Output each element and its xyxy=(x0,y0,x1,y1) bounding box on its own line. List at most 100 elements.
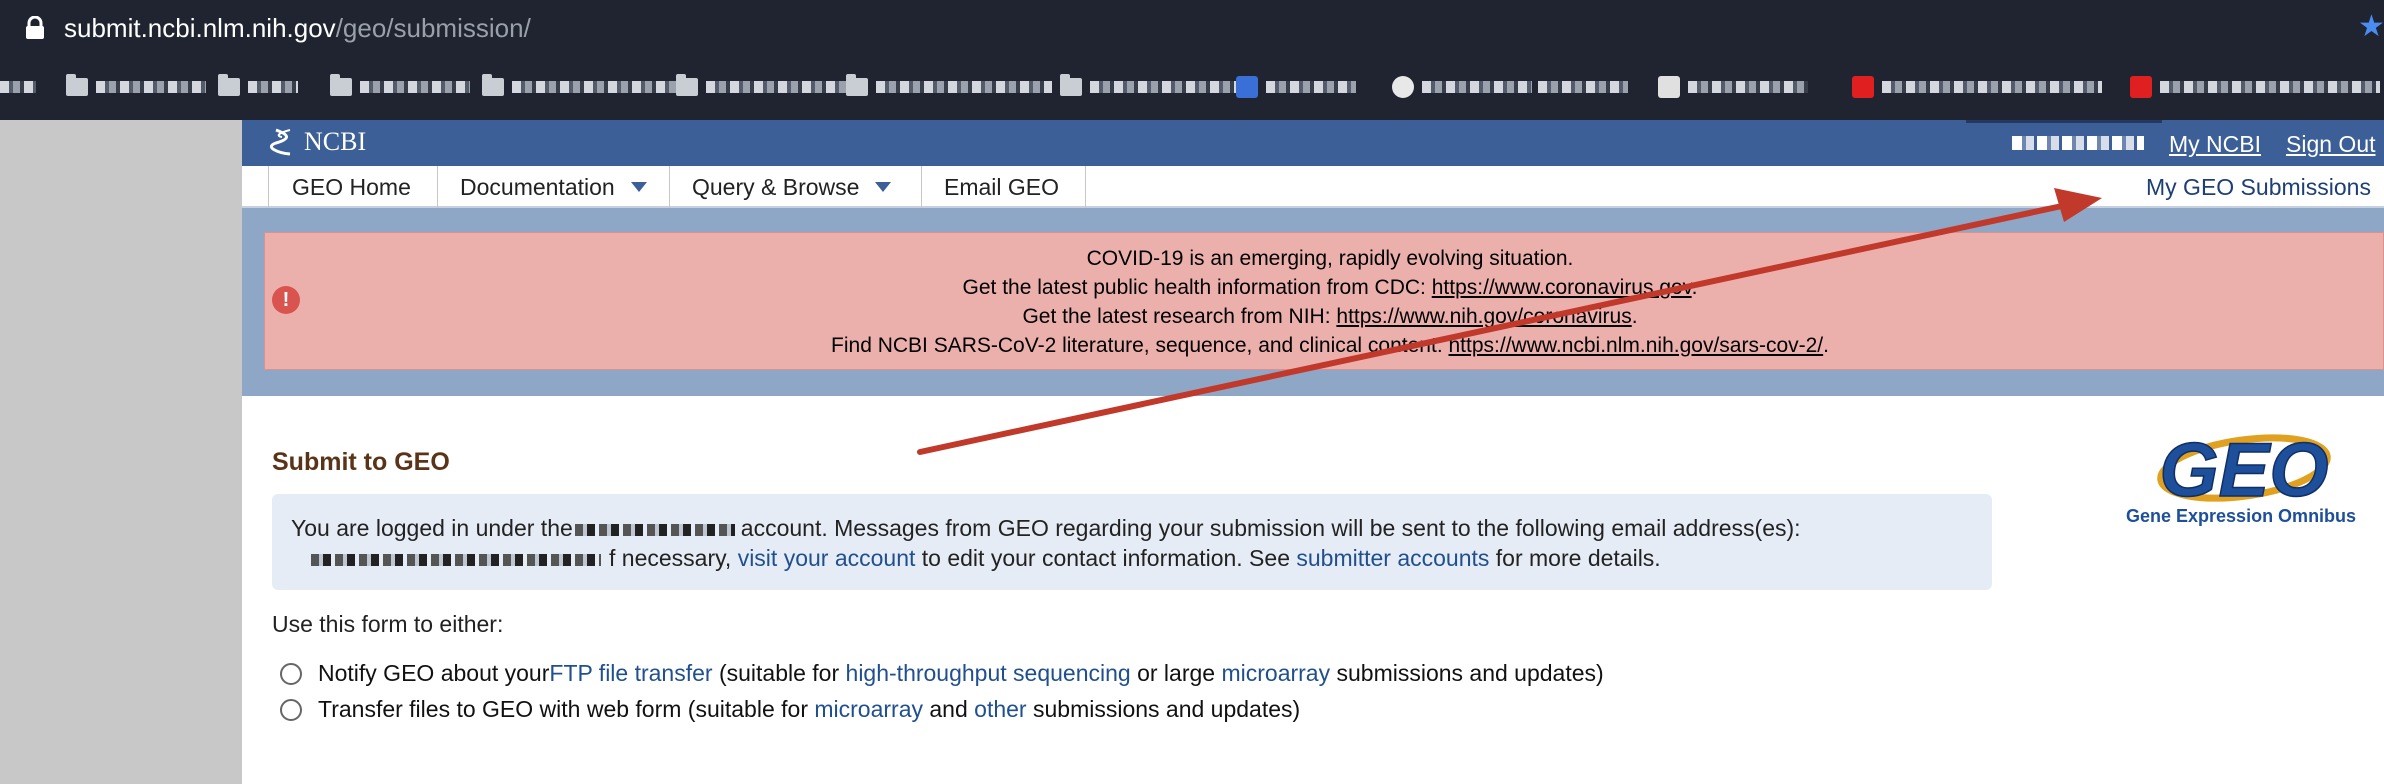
info-text: to edit your contact information. See xyxy=(915,545,1297,571)
account-name-redacted xyxy=(574,523,735,536)
geo-logo-text: GEO xyxy=(2160,428,2329,513)
nih-link[interactable]: https://www.nih.gov/coronavirus xyxy=(1336,305,1631,328)
site-icon xyxy=(1392,76,1414,98)
option-text: submissions and updates) xyxy=(1026,696,1301,722)
info-text: f necessary, xyxy=(609,545,738,571)
microarray-link[interactable]: microarray xyxy=(814,696,923,723)
info-text: You are logged in under the xyxy=(291,515,573,541)
alert-line-text: Get the latest public health information… xyxy=(962,276,1432,299)
alert-line-end: . xyxy=(1631,305,1638,328)
option-text: or large xyxy=(1130,660,1222,686)
bookmark-folder[interactable] xyxy=(482,72,682,102)
tab-label: Query & Browse xyxy=(692,173,860,200)
bookmark-folder[interactable] xyxy=(330,72,470,102)
alert-exclamation-icon: ! xyxy=(272,286,300,314)
use-form-label: Use this form to either: xyxy=(272,611,504,637)
bookmark-item[interactable] xyxy=(1538,72,1628,102)
site-icon xyxy=(1658,76,1680,98)
folder-icon xyxy=(330,74,352,96)
option-text: Transfer files to GEO with web form (sui… xyxy=(318,696,815,722)
geo-logo-caption: Gene Expression Omnibus xyxy=(2126,506,2357,526)
account-info-box xyxy=(272,494,1992,590)
radio-ftp-notify[interactable] xyxy=(280,662,302,685)
alert-line: Find NCBI SARS-CoV-2 literature, sequenc… xyxy=(300,331,2360,360)
alert-line-text: Get the latest research from NIH: xyxy=(1022,305,1337,328)
my-ncbi-link[interactable]: My NCBI xyxy=(2169,130,2261,158)
bookmark-folder[interactable] xyxy=(1060,72,1238,102)
ftp-file-transfer-link[interactable]: FTP file transfer xyxy=(549,660,712,687)
left-margin xyxy=(0,120,242,784)
bookmark-item[interactable] xyxy=(1236,72,1356,102)
bookmark-folder[interactable] xyxy=(66,72,206,102)
sign-out-link[interactable]: Sign Out xyxy=(2286,130,2376,158)
tab-label: Email GEO xyxy=(944,173,1060,200)
bookmark-item[interactable] xyxy=(2130,72,2380,102)
alert-line: Get the latest public health information… xyxy=(300,273,2360,302)
bookmark-star-icon[interactable]: ★ xyxy=(2358,10,2384,44)
option-text: and xyxy=(923,696,975,722)
folder-icon xyxy=(482,74,504,96)
alert-line: COVID-19 is an emerging, rapidly evolvin… xyxy=(1086,247,1574,270)
alert-line-text: Find NCBI SARS-CoV-2 literature, sequenc… xyxy=(831,334,1449,357)
option-text: submissions and updates) xyxy=(1330,660,1604,686)
submitter-accounts-link[interactable]: submitter accounts xyxy=(1296,545,1489,571)
username-redacted[interactable] xyxy=(2012,136,2144,150)
tab-documentation[interactable]: Documentation xyxy=(438,166,670,208)
email-redacted xyxy=(311,553,601,566)
folder-icon xyxy=(676,74,698,96)
option-web-form: Transfer files to GEO with web form (sui… xyxy=(280,696,1300,723)
tab-label: Documentation xyxy=(460,173,615,200)
bookmarks-bar xyxy=(0,56,2384,120)
url-path: /geo/submission/ xyxy=(335,13,531,43)
bookmark-item[interactable] xyxy=(1852,72,2102,102)
url-host: submit.ncbi.nlm.nih.gov xyxy=(64,13,336,43)
my-geo-submissions-link[interactable]: My GEO Submissions xyxy=(2146,172,2371,202)
info-text: for more details. xyxy=(1489,545,1661,571)
alert-line-end: . xyxy=(1823,334,1829,357)
tab-query-browse[interactable]: Query & Browse xyxy=(670,166,922,208)
header-accent xyxy=(1966,120,2162,123)
page-title: Submit to GEO xyxy=(272,448,450,476)
address-url[interactable]: submit.ncbi.nlm.nih.gov/geo/submission/ xyxy=(64,12,531,44)
account-info-line1: You are logged in under the account. Mess… xyxy=(291,514,1801,542)
site-icon xyxy=(1236,76,1258,98)
bookmark-item[interactable] xyxy=(0,72,36,102)
ncbi-logo[interactable]: NCBI xyxy=(270,124,366,160)
ncbi-logo-text: NCBI xyxy=(304,127,367,156)
site-icon xyxy=(2130,76,2152,98)
bookmark-item[interactable] xyxy=(1658,72,1808,102)
visit-account-link[interactable]: visit your account xyxy=(738,545,916,571)
option-text: Notify GEO about your xyxy=(318,660,550,686)
nav-divider xyxy=(268,166,269,208)
tab-geo-home[interactable]: GEO Home xyxy=(270,166,438,208)
option-text: (suitable for xyxy=(712,660,846,686)
radio-web-form[interactable] xyxy=(280,698,302,721)
cdc-link[interactable]: https://www.coronavirus.gov xyxy=(1432,276,1692,299)
folder-icon xyxy=(1060,74,1082,96)
other-link[interactable]: other xyxy=(974,696,1026,723)
dropdown-caret-icon xyxy=(875,182,892,192)
tab-label: GEO Home xyxy=(292,173,411,200)
bookmark-folder[interactable] xyxy=(676,72,846,102)
folder-icon xyxy=(66,74,88,96)
lock-icon xyxy=(26,16,44,39)
info-text: account. Messages from GEO regarding you… xyxy=(740,515,1801,541)
covid-alert-text: COVID-19 is an emerging, rapidly evolvin… xyxy=(300,244,2360,360)
folder-icon xyxy=(846,74,868,96)
tab-email-geo[interactable]: Email GEO xyxy=(922,166,1086,208)
folder-icon xyxy=(218,74,240,96)
bookmark-item[interactable] xyxy=(1392,72,1532,102)
ncbi-helix-icon xyxy=(270,128,291,156)
bookmark-folder[interactable] xyxy=(846,72,1052,102)
alert-line: Get the latest research from NIH: https:… xyxy=(300,302,2360,331)
bookmark-folder[interactable] xyxy=(218,72,298,102)
high-throughput-sequencing-link[interactable]: high-throughput sequencing xyxy=(846,660,1131,687)
dropdown-caret-icon xyxy=(630,182,647,192)
microarray-link[interactable]: microarray xyxy=(1221,660,1330,687)
alert-line-end: . xyxy=(1691,276,1698,299)
option-ftp-notify: Notify GEO about your FTP file transfer … xyxy=(280,660,1604,687)
account-info-line2: f necessary, visit your account to edit … xyxy=(291,544,1661,572)
site-icon xyxy=(1852,76,1874,98)
main-content xyxy=(242,396,2384,784)
sars-cov-2-link[interactable]: https://www.ncbi.nlm.nih.gov/sars-cov-2/ xyxy=(1449,334,1824,357)
